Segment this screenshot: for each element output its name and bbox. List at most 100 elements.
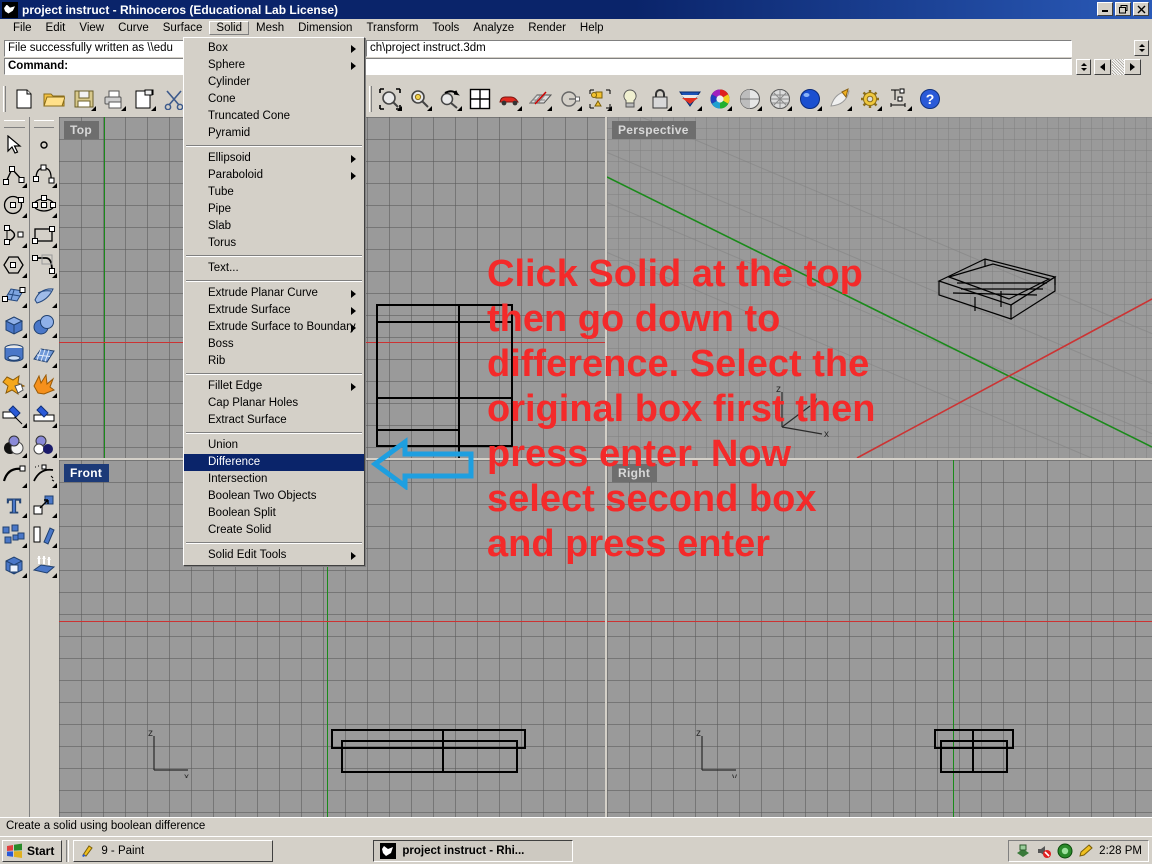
menu-item-solid-edit-tools[interactable]: Solid Edit Tools (184, 547, 364, 564)
menu-item-extrude-surface[interactable]: Extrude Surface (184, 302, 364, 319)
menu-item-pipe[interactable]: Pipe (184, 201, 364, 218)
polyline-icon[interactable] (0, 160, 28, 190)
viewport-label-top[interactable]: Top (64, 121, 99, 139)
menu-curve[interactable]: Curve (111, 21, 156, 35)
menu-item-pyramid[interactable]: Pyramid (184, 125, 364, 142)
properties-icon[interactable] (586, 85, 614, 113)
minimize-button[interactable] (1097, 2, 1113, 16)
command-drag-handle[interactable] (1112, 59, 1124, 75)
volume-mute-icon[interactable] (1036, 843, 1052, 859)
curve-control-icon[interactable] (30, 160, 58, 190)
menu-surface[interactable]: Surface (156, 21, 210, 35)
render-preview-icon[interactable] (796, 85, 824, 113)
light-bulb-icon[interactable] (616, 85, 644, 113)
boolean-spheres-icon[interactable] (30, 430, 58, 460)
cylinder-icon[interactable] (0, 340, 28, 370)
viewport-label-front[interactable]: Front (64, 464, 110, 482)
menu-item-boolean-two-objects[interactable]: Boolean Two Objects (184, 488, 364, 505)
grid-plane-icon[interactable] (526, 85, 554, 113)
menu-solid[interactable]: Solid (209, 21, 249, 35)
start-button[interactable]: Start (2, 839, 63, 862)
menu-item-cylinder[interactable]: Cylinder (184, 74, 364, 91)
toolbar-grip[interactable] (3, 86, 6, 112)
viewport-perspective[interactable]: Perspective z y x (607, 117, 1152, 458)
menu-item-fillet-edge[interactable]: Fillet Edge (184, 378, 364, 395)
menu-item-text[interactable]: Text... (184, 260, 364, 277)
solid-menu-dropdown[interactable]: Box Sphere Cylinder Cone Truncated Cone … (183, 37, 365, 566)
command-scroll-spinner[interactable] (1076, 59, 1091, 75)
shield-icon[interactable] (1057, 843, 1073, 859)
close-button[interactable] (1133, 2, 1149, 16)
dimension-icon[interactable] (886, 85, 914, 113)
point-icon[interactable] (30, 130, 58, 160)
menu-item-extract-surface[interactable]: Extract Surface (184, 412, 364, 429)
save-disk-icon[interactable] (70, 85, 98, 113)
left-toolbar-grip-2[interactable] (34, 120, 54, 128)
lock-icon[interactable] (646, 85, 674, 113)
undo-view-icon[interactable] (436, 85, 464, 113)
curve-fit-icon[interactable] (30, 460, 58, 490)
boolean-star-icon[interactable] (0, 370, 28, 400)
menu-item-sphere[interactable]: Sphere (184, 57, 364, 74)
explode-burst-icon[interactable] (30, 370, 58, 400)
menu-item-extrude-surface-to-boundary[interactable]: Extrude Surface to Boundary (184, 319, 364, 336)
arc-icon[interactable] (0, 220, 28, 250)
restore-button[interactable] (1115, 2, 1131, 16)
menu-item-cap-planar-holes[interactable]: Cap Planar Holes (184, 395, 364, 412)
rotate-copy-icon[interactable] (30, 520, 58, 550)
menu-edit[interactable]: Edit (39, 21, 73, 35)
menu-item-boss[interactable]: Boss (184, 336, 364, 353)
zoom-extents-icon[interactable] (376, 85, 404, 113)
taskbar-item-rhino[interactable]: project instruct - Rhi... (373, 839, 574, 862)
menu-item-ellipsoid[interactable]: Ellipsoid (184, 150, 364, 167)
copy-page-icon[interactable] (130, 85, 158, 113)
viewport-layout-icon[interactable] (466, 85, 494, 113)
menu-item-rib[interactable]: Rib (184, 353, 364, 370)
circle-icon[interactable] (0, 190, 28, 220)
menu-dimension[interactable]: Dimension (291, 21, 359, 35)
menu-mesh[interactable]: Mesh (249, 21, 291, 35)
menu-tools[interactable]: Tools (425, 21, 466, 35)
menu-item-intersection[interactable]: Intersection (184, 471, 364, 488)
taskbar-divider[interactable] (66, 839, 70, 862)
car-icon[interactable] (496, 85, 524, 113)
curve-line-icon[interactable] (30, 250, 58, 280)
command-next-button[interactable] (1124, 59, 1141, 75)
surface-sweep-icon[interactable] (30, 280, 58, 310)
split-icon[interactable] (0, 400, 28, 430)
boolean-union-icon[interactable] (0, 430, 28, 460)
extrude-up-icon[interactable] (30, 550, 58, 580)
history-scroll-spinner[interactable] (1134, 40, 1149, 56)
rectangle-icon[interactable] (30, 220, 58, 250)
circle-dot-icon[interactable] (556, 85, 584, 113)
menu-item-paraboloid[interactable]: Paraboloid (184, 167, 364, 184)
menu-transform[interactable]: Transform (359, 21, 425, 35)
vertical-viewport-splitter[interactable] (605, 117, 607, 817)
solid-tools-icon[interactable] (0, 550, 28, 580)
surface-patch-icon[interactable] (0, 280, 28, 310)
flat-shade-icon[interactable] (826, 85, 854, 113)
wireframe-sphere-icon[interactable] (766, 85, 794, 113)
menu-item-cone[interactable]: Cone (184, 91, 364, 108)
pencil-icon[interactable] (1078, 843, 1094, 859)
menu-render[interactable]: Render (521, 21, 573, 35)
menu-item-torus[interactable]: Torus (184, 235, 364, 252)
box-icon[interactable] (0, 310, 28, 340)
menu-item-extrude-planar-curve[interactable]: Extrude Planar Curve (184, 285, 364, 302)
select-objects-icon[interactable] (0, 520, 28, 550)
left-toolbar-grip-1[interactable] (4, 120, 25, 128)
menu-item-tube[interactable]: Tube (184, 184, 364, 201)
taskbar-item-paint[interactable]: 9 - Paint (73, 839, 274, 862)
gear-render-icon[interactable] (856, 85, 884, 113)
menu-item-difference[interactable]: Difference (184, 454, 364, 471)
menu-help[interactable]: Help (573, 21, 611, 35)
menu-item-box[interactable]: Box (184, 40, 364, 57)
menu-analyze[interactable]: Analyze (466, 21, 521, 35)
render-color-icon[interactable] (676, 85, 704, 113)
menu-item-slab[interactable]: Slab (184, 218, 364, 235)
polygon-icon[interactable] (0, 250, 28, 280)
select-arrow-icon[interactable] (0, 130, 28, 160)
new-file-icon[interactable] (10, 85, 38, 113)
open-folder-icon[interactable] (40, 85, 68, 113)
color-wheel-icon[interactable] (706, 85, 734, 113)
